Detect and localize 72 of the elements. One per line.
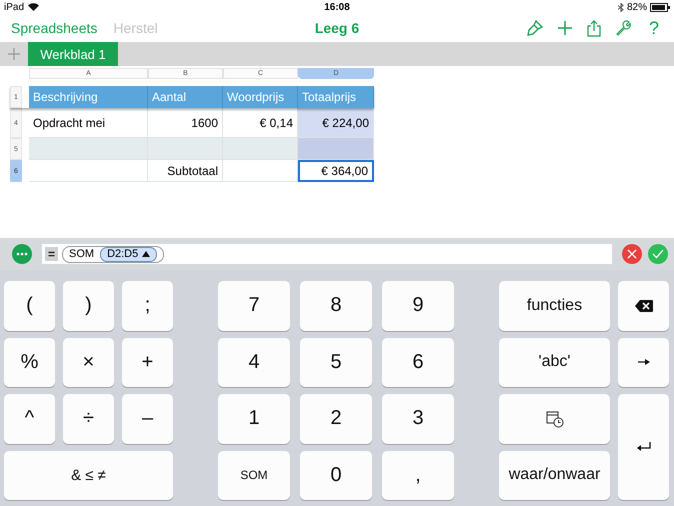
keyboard-key[interactable]: ^ bbox=[4, 394, 55, 444]
keyboard-key[interactable]: SOM bbox=[218, 450, 290, 500]
paintbrush-icon[interactable] bbox=[527, 20, 543, 36]
cancel-button[interactable] bbox=[622, 244, 642, 264]
table-cell[interactable]: € 224,00 bbox=[298, 108, 374, 138]
table-cell[interactable]: € 0,14 bbox=[223, 108, 298, 138]
header-cell: Woordprijs bbox=[223, 86, 298, 108]
formula-field[interactable]: = SOM D2:D5 bbox=[42, 244, 612, 264]
document-title: Leeg 6 bbox=[314, 20, 360, 36]
battery-percentage: 82% bbox=[626, 2, 647, 12]
keyboard-key[interactable]: ÷ bbox=[63, 394, 114, 444]
range-token[interactable]: D2:D5 bbox=[100, 246, 158, 262]
keyboard-key[interactable]: , bbox=[382, 450, 454, 500]
check-icon bbox=[652, 249, 664, 259]
date-key[interactable] bbox=[499, 394, 610, 444]
keyboard-key[interactable]: & ≤ ≠ bbox=[4, 450, 173, 500]
more-button[interactable] bbox=[12, 244, 32, 264]
keyboard-key[interactable]: 'abc' bbox=[499, 338, 610, 387]
keyboard-key[interactable]: 6 bbox=[382, 338, 454, 387]
keyboard-key[interactable]: × bbox=[63, 338, 114, 387]
function-token[interactable]: SOM bbox=[63, 248, 100, 260]
table-cell[interactable]: 1600 bbox=[148, 108, 223, 138]
header-cell: Beschrijving bbox=[29, 86, 148, 108]
backspace-key[interactable] bbox=[618, 281, 669, 330]
table-cell[interactable] bbox=[298, 138, 374, 160]
backspace-icon bbox=[634, 300, 652, 312]
keyboard-key[interactable]: 4 bbox=[218, 338, 290, 387]
keyboard-key[interactable]: ) bbox=[63, 281, 114, 330]
keyboard-key[interactable]: 2 bbox=[300, 394, 372, 444]
table-cell[interactable] bbox=[223, 160, 298, 182]
add-icon[interactable] bbox=[557, 20, 573, 36]
close-icon bbox=[627, 249, 637, 259]
tab-key[interactable] bbox=[618, 338, 669, 387]
table-cell[interactable] bbox=[29, 138, 148, 160]
keyboard-key[interactable]: 0 bbox=[300, 450, 372, 500]
equals-sign: = bbox=[45, 247, 58, 261]
arrow-icon bbox=[638, 358, 650, 366]
keyboard-key[interactable]: waar/onwaar bbox=[499, 450, 610, 500]
keyboard-key[interactable]: % bbox=[4, 338, 55, 387]
keyboard-key[interactable]: ; bbox=[122, 281, 173, 330]
caret-icon bbox=[142, 251, 150, 257]
table-cell[interactable] bbox=[148, 138, 223, 160]
return-key[interactable] bbox=[618, 394, 669, 500]
table-cell[interactable]: Subtotaal bbox=[148, 160, 223, 182]
keyboard-key[interactable]: + bbox=[122, 338, 173, 387]
bluetooth-icon bbox=[618, 2, 624, 12]
confirm-button[interactable] bbox=[648, 244, 668, 264]
clock: 16:08 bbox=[324, 2, 350, 12]
active-cell[interactable]: € 364,00 bbox=[298, 160, 374, 182]
header-cell: Aantal bbox=[148, 86, 223, 108]
calendar-clock-icon bbox=[546, 410, 564, 428]
header-cell: Totaalprijs bbox=[298, 86, 374, 108]
keyboard-key[interactable]: – bbox=[122, 394, 173, 444]
table-cell[interactable] bbox=[29, 160, 148, 182]
keyboard-key[interactable]: 1 bbox=[218, 394, 290, 444]
keyboard-key[interactable]: 3 bbox=[382, 394, 454, 444]
return-icon bbox=[636, 442, 650, 452]
more-icon bbox=[16, 252, 28, 256]
keyboard-key[interactable]: 8 bbox=[300, 281, 372, 330]
keyboard-key[interactable]: functies bbox=[499, 281, 610, 330]
table-cell[interactable]: Opdracht mei bbox=[29, 108, 148, 138]
wifi-icon bbox=[28, 3, 40, 11]
keyboard-key[interactable]: ( bbox=[4, 281, 55, 330]
add-sheet-icon[interactable] bbox=[8, 48, 20, 60]
keyboard-key[interactable]: 5 bbox=[300, 338, 372, 387]
share-icon[interactable] bbox=[587, 20, 601, 36]
keyboard-key[interactable]: 7 bbox=[218, 281, 290, 330]
battery-icon bbox=[650, 2, 670, 12]
table-cell[interactable] bbox=[223, 138, 298, 160]
device-name: iPad bbox=[4, 2, 24, 12]
wrench-icon[interactable] bbox=[615, 20, 631, 36]
keyboard-key[interactable]: 9 bbox=[382, 281, 454, 330]
